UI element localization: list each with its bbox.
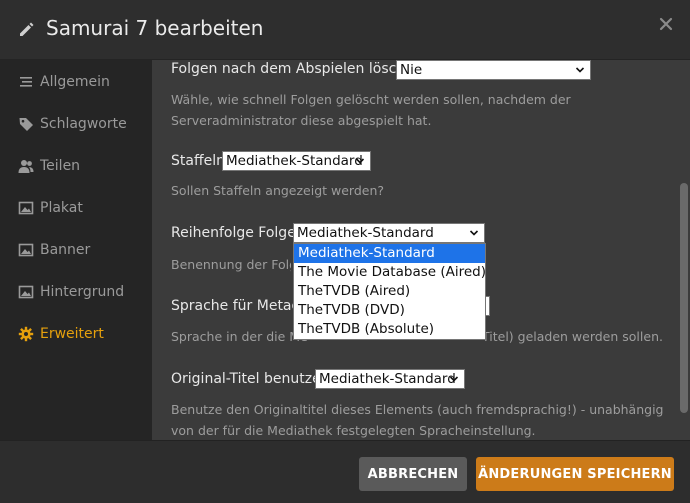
close-icon[interactable] (658, 16, 674, 32)
chevron-down-icon (469, 230, 479, 236)
sidebar-item-label: Banner (40, 242, 91, 258)
sidebar-item-label: Erweitert (40, 326, 104, 342)
users-icon (18, 160, 34, 173)
episode-order-label: Reihenfolge Folgen (171, 225, 305, 241)
dialog-title: Samurai 7 bearbeiten (46, 16, 264, 40)
seasons-label: Staffeln (171, 153, 225, 169)
dialog-footer: ABBRECHEN ÄNDERUNGEN SPEICHERN (0, 440, 690, 503)
select-value: Nie (400, 62, 423, 78)
dialog-header: Samurai 7 bearbeiten (0, 0, 690, 60)
dropdown-option[interactable]: TheTVDB (Aired) (294, 282, 485, 301)
metadata-language-description-end: Titel) geladen werden sollen. (482, 329, 663, 344)
chevron-down-icon (575, 67, 585, 73)
pencil-icon (20, 22, 34, 36)
sidebar-item-label: Schlagworte (40, 116, 127, 132)
tag-icon (19, 118, 33, 131)
image-icon (18, 201, 34, 215)
episode-order-dropdown: Mediathek-Standard The Movie Database (A… (293, 243, 486, 340)
metadata-language-label: Sprache für Metada (171, 298, 309, 314)
sidebar-item-allgemein[interactable]: Allgemein (0, 62, 152, 102)
original-title-select[interactable]: Mediathek-Standard (315, 369, 465, 389)
dropdown-option[interactable]: Mediathek-Standard (294, 244, 485, 263)
sidebar-item-teilen[interactable]: Teilen (0, 146, 152, 186)
sidebar-item-label: Plakat (40, 200, 83, 216)
sidebar-item-plakat[interactable]: Plakat (0, 188, 152, 228)
chevron-down-icon (449, 376, 459, 382)
list-icon (20, 77, 32, 87)
sidebar-item-banner[interactable]: Banner (0, 230, 152, 270)
original-title-description: Benutze den Originaltitel dieses Element… (171, 402, 664, 438)
sidebar-item-label: Hintergrund (40, 284, 125, 300)
delete-after-label: Folgen nach dem Abspielen löschen (171, 61, 423, 77)
seasons-description: Sollen Staffeln angezeigt werden? (171, 183, 385, 198)
cancel-button[interactable]: ABBRECHEN (359, 457, 467, 491)
delete-after-description: Wähle, wie schnell Folgen gelöscht werde… (171, 92, 571, 128)
image-icon (18, 243, 34, 257)
chevron-down-icon (355, 158, 365, 164)
sidebar-item-label: Allgemein (40, 74, 110, 90)
dropdown-option[interactable]: The Movie Database (Aired) (294, 263, 486, 282)
delete-after-select[interactable]: Nie (396, 60, 591, 80)
original-title-label: Original-Titel benutzen (171, 371, 330, 387)
select-value: Mediathek-Standard (319, 371, 456, 387)
seasons-select[interactable]: Mediathek-Standard (222, 151, 371, 171)
episode-order-select[interactable]: Mediathek-Standard (293, 223, 485, 243)
sidebar-item-schlagworte[interactable]: Schlagworte (0, 104, 152, 144)
sidebar-item-erweitert[interactable]: Erweitert (0, 314, 152, 354)
image-icon (18, 285, 34, 299)
dropdown-option[interactable]: TheTVDB (DVD) (294, 301, 485, 320)
select-value: Mediathek-Standard (297, 225, 434, 241)
sidebar-item-label: Teilen (40, 158, 81, 174)
dropdown-option[interactable]: TheTVDB (Absolute) (294, 320, 485, 339)
sidebar: Allgemein Schlagworte Teilen Plakat Bann… (0, 60, 152, 440)
select-value: Mediathek-Standard (226, 153, 363, 169)
gear-icon (18, 326, 34, 342)
metadata-language-description-start: Sprache in der die Me (171, 329, 308, 344)
scrollbar[interactable] (680, 183, 688, 413)
sidebar-item-hintergrund[interactable]: Hintergrund (0, 272, 152, 312)
save-button[interactable]: ÄNDERUNGEN SPEICHERN (476, 457, 674, 491)
episode-order-description: Benennung der Folge (171, 257, 291, 272)
